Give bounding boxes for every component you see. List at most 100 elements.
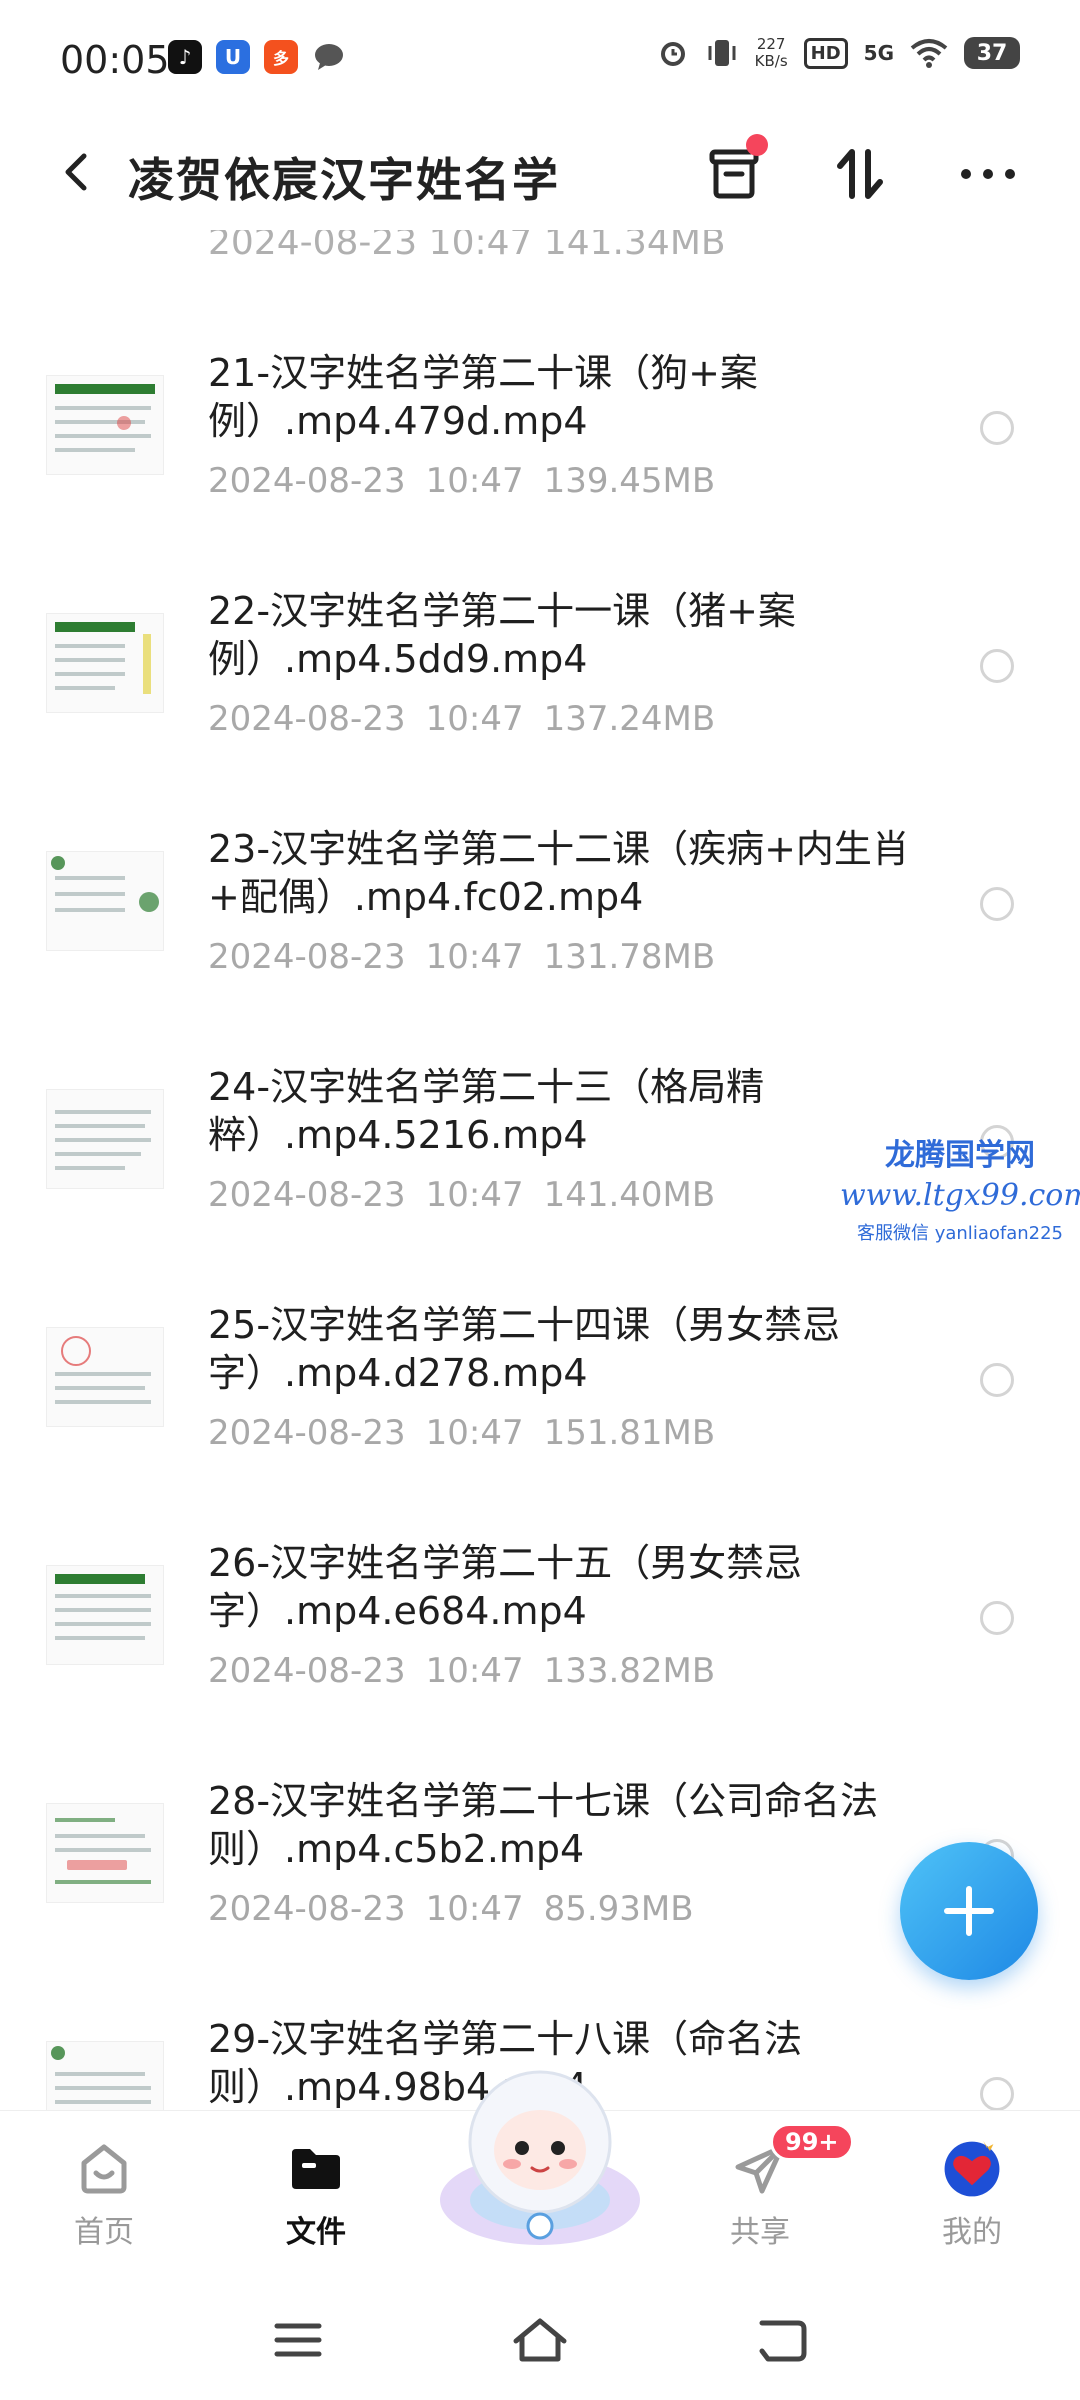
file-time: 10:47 xyxy=(425,1889,524,1929)
select-checkbox[interactable] xyxy=(980,2077,1014,2110)
back-arrow-icon xyxy=(759,2320,807,2362)
file-date: 2024-08-23 xyxy=(208,1889,406,1929)
file-size: 139.45MB xyxy=(543,461,716,501)
signal-5g: 5G xyxy=(863,41,894,65)
file-date: 2024-08-23 xyxy=(208,937,406,977)
notification-dot xyxy=(746,134,768,156)
watermark-contact: 客服微信 yanliaofan225 xyxy=(857,1223,1063,1244)
file-size: 137.24MB xyxy=(543,699,716,739)
recent-apps-button[interactable] xyxy=(258,2310,338,2370)
profile-avatar-icon xyxy=(942,2139,1002,2199)
u-app-icon: U xyxy=(216,40,250,74)
file-date: 2024-08-23 xyxy=(208,1651,406,1691)
file-size: 141.40MB xyxy=(543,1175,716,1215)
nav-profile-label: 我的 xyxy=(942,2215,1002,2250)
back-button[interactable] xyxy=(48,142,108,202)
share-badge: 99+ xyxy=(770,2123,854,2161)
file-row[interactable]: 23-汉字姓名学第二十二课（疾病+内生肖+配偶）.mp4.fc02.mp4 20… xyxy=(0,801,1080,1039)
system-nav-bar xyxy=(0,2270,1080,2400)
page-title: 凌贺依宸汉字姓名学 xyxy=(128,153,560,207)
nav-share[interactable]: 99+ 共享 xyxy=(670,2111,854,2271)
file-date: 2024-08-23 xyxy=(208,1413,406,1453)
transfer-button[interactable] xyxy=(698,134,770,210)
top-app-bar: 凌贺依宸汉字姓名学 xyxy=(0,120,1080,230)
file-row[interactable]: 25-汉字姓名学第二十四课（男女禁忌字）.mp4.d278.mp4 2024-0… xyxy=(0,1277,1080,1515)
file-row[interactable]: 22-汉字姓名学第二十一课（猪+案例）.mp4.5dd9.mp4 2024-08… xyxy=(0,563,1080,801)
hd-badge: HD xyxy=(803,37,848,69)
watermark-url: www.ltgx99.com xyxy=(840,1178,1080,1213)
file-size: 133.82MB xyxy=(543,1651,716,1691)
file-time: 10:47 xyxy=(425,937,524,977)
file-size: 85.93MB xyxy=(543,1889,694,1929)
file-row[interactable]: 26-汉字姓名学第二十五（男女禁忌字）.mp4.e684.mp4 2024-08… xyxy=(0,1515,1080,1753)
net-speed-unit: KB/s xyxy=(754,52,788,70)
message-icon xyxy=(312,40,346,74)
file-time: 10:47 xyxy=(425,1651,524,1691)
file-time: 10:47 xyxy=(425,1175,524,1215)
video-thumbnail xyxy=(46,2041,164,2110)
nav-files[interactable]: 文件 xyxy=(226,2111,406,2271)
file-name: 21-汉字姓名学第二十课（狗+案例）.mp4.479d.mp4 xyxy=(208,351,758,443)
file-date: 2024-08-23 xyxy=(208,699,406,739)
more-dots-icon xyxy=(961,169,1015,179)
menu-lines-icon xyxy=(274,2323,322,2357)
file-meta: 2024-08-23 10:47 131.78MB xyxy=(208,937,735,977)
video-thumbnail xyxy=(46,613,164,713)
status-bar: 00:05 ♪ U 多 227 KB/s HD 5G 37 xyxy=(0,0,1080,120)
status-app-icons: ♪ U 多 xyxy=(168,40,346,74)
file-size: 151.81MB xyxy=(543,1413,716,1453)
plus-icon xyxy=(944,1886,994,1936)
nav-home[interactable]: 首页 xyxy=(14,2111,194,2271)
file-date: 2024-08-23 xyxy=(208,461,406,501)
battery-icon: 37 xyxy=(964,37,1020,69)
status-indicators: 227 KB/s HD 5G 37 xyxy=(657,36,1020,70)
system-home-button[interactable] xyxy=(500,2310,580,2370)
video-thumbnail xyxy=(46,1803,164,1903)
file-meta: 2024-08-23 10:47 141.40MB xyxy=(208,1175,735,1215)
home-outline-icon xyxy=(513,2318,567,2362)
select-checkbox[interactable] xyxy=(980,649,1014,683)
file-row[interactable]: 21-汉字姓名学第二十课（狗+案例）.mp4.479d.mp4 2024-08-… xyxy=(0,325,1080,563)
nav-home-label: 首页 xyxy=(74,2215,134,2250)
sort-arrows-icon xyxy=(837,149,883,199)
file-name: 22-汉字姓名学第二十一课（猪+案例）.mp4.5dd9.mp4 xyxy=(208,589,796,681)
more-button[interactable] xyxy=(952,138,1024,210)
nav-share-label: 共享 xyxy=(730,2215,790,2250)
alarm-icon xyxy=(660,42,685,66)
mascot-assistant-button[interactable] xyxy=(430,2050,650,2250)
file-name: 25-汉字姓名学第二十四课（男女禁忌字）.mp4.d278.mp4 xyxy=(208,1303,841,1395)
file-meta: 2024-08-23 10:47 133.82MB xyxy=(208,1651,735,1691)
home-icon xyxy=(74,2139,134,2199)
file-date: 2024-08-23 xyxy=(208,1175,406,1215)
vibrate-icon xyxy=(708,40,736,66)
file-meta: 2024-08-23 10:47 139.45MB xyxy=(208,461,735,501)
select-checkbox[interactable] xyxy=(980,1601,1014,1635)
video-thumbnail xyxy=(46,851,164,951)
add-button[interactable] xyxy=(900,1842,1038,1980)
watermark-title: 龙腾国学网 xyxy=(885,1138,1035,1173)
status-time: 00:05 xyxy=(60,38,170,82)
nav-files-label: 文件 xyxy=(286,2215,346,2250)
file-time: 10:47 xyxy=(425,461,524,501)
net-speed-value: 227 xyxy=(756,35,786,53)
system-back-button[interactable] xyxy=(742,2310,822,2370)
file-name: 26-汉字姓名学第二十五（男女禁忌字）.mp4.e684.mp4 xyxy=(208,1541,803,1633)
shop-app-icon: 多 xyxy=(264,40,298,74)
watermark: 龙腾国学网 www.ltgx99.com 客服微信 yanliaofan225 xyxy=(840,1130,1080,1245)
video-thumbnail xyxy=(46,1089,164,1189)
select-checkbox[interactable] xyxy=(980,887,1014,921)
net-speed: 227 KB/s xyxy=(755,36,788,70)
file-size: 131.78MB xyxy=(543,937,716,977)
select-checkbox[interactable] xyxy=(980,411,1014,445)
file-meta: 2024-08-23 10:47 151.81MB xyxy=(208,1413,735,1453)
folder-icon xyxy=(286,2139,346,2199)
select-checkbox[interactable] xyxy=(980,1363,1014,1397)
file-meta: 2024-08-23 10:47 137.24MB xyxy=(208,699,735,739)
video-thumbnail xyxy=(46,1565,164,1665)
tiktok-icon: ♪ xyxy=(168,40,202,74)
file-name: 23-汉字姓名学第二十二课（疾病+内生肖+配偶）.mp4.fc02.mp4 xyxy=(208,827,910,919)
file-name: 24-汉字姓名学第二十三（格局精粹）.mp4.5216.mp4 xyxy=(208,1065,765,1157)
sort-button[interactable] xyxy=(824,138,896,210)
video-thumbnail xyxy=(46,375,164,475)
nav-profile[interactable]: 我的 xyxy=(882,2111,1062,2271)
